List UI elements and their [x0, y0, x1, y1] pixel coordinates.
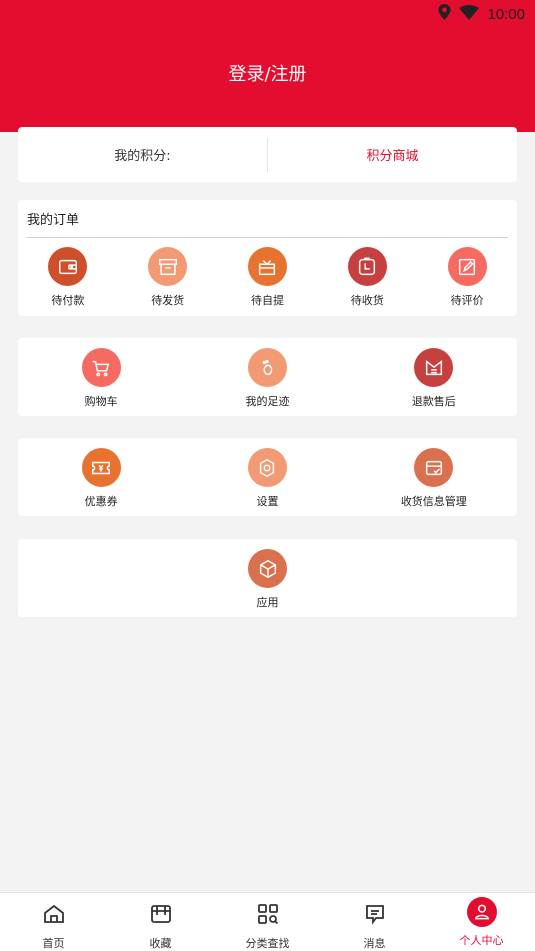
coupon-icon [81, 448, 121, 487]
order-item-label: 待付款 [51, 294, 85, 307]
orders-title[interactable]: 我的订单 [27, 209, 79, 228]
refund-icon [414, 348, 454, 387]
address-entry[interactable]: 收货信息管理 [351, 448, 517, 509]
settings-entry[interactable]: 设置 [184, 448, 350, 509]
order-item-label: 待收货 [350, 294, 384, 307]
order-pending-receipt[interactable]: 待收货 [317, 247, 417, 308]
orders-card: 我的订单 待付款 待发货 待自提 待收货 待评价 [18, 200, 517, 316]
order-pending-pickup[interactable]: 待自提 [218, 247, 318, 308]
app-cube-icon [248, 549, 287, 588]
tab-label: 个人中心 [459, 934, 504, 947]
box-icon [148, 247, 188, 286]
service-label: 应用 [256, 596, 279, 609]
order-item-label: 待发货 [151, 294, 185, 307]
category-search-icon [256, 902, 280, 930]
order-pending-review[interactable]: 待评价 [417, 247, 517, 308]
cart-entry[interactable]: 购物车 [18, 348, 184, 409]
tab-messages[interactable]: 消息 [321, 893, 428, 951]
gift-icon [247, 247, 287, 286]
edit-icon [447, 247, 487, 286]
tab-label: 分类查找 [245, 937, 290, 950]
address-icon [414, 448, 454, 487]
cart-icon [81, 348, 121, 387]
service-label: 优惠券 [84, 495, 118, 508]
tab-profile[interactable]: 个人中心 [428, 893, 535, 951]
location-icon [438, 4, 451, 24]
order-pending-shipment[interactable]: 待发货 [118, 247, 218, 308]
service-label: 购物车 [84, 395, 118, 408]
services-card-1: 购物车 我的足迹 退款售后 [18, 338, 517, 416]
footprint-entry[interactable]: 我的足迹 [184, 348, 350, 409]
services-row: 应用 [18, 549, 517, 610]
header: 10:00 登录/注册 [0, 0, 535, 132]
order-status-row: 待付款 待发货 待自提 待收货 待评价 [18, 247, 517, 308]
tab-favorites[interactable]: 收藏 [107, 893, 214, 951]
services-card-3: 应用 [18, 539, 517, 617]
services-row: 购物车 我的足迹 退款售后 [18, 348, 517, 409]
wallet-icon [48, 247, 88, 286]
message-icon [363, 902, 387, 930]
app-entry[interactable]: 应用 [18, 549, 517, 610]
services-row: 优惠券 设置 收货信息管理 [18, 448, 517, 509]
status-time: 10:00 [487, 5, 525, 23]
service-label: 设置 [256, 495, 279, 508]
footprint-icon [247, 348, 287, 387]
order-item-label: 待自提 [250, 294, 284, 307]
tab-home[interactable]: 首页 [0, 893, 107, 951]
tab-label: 首页 [42, 937, 65, 950]
services-card-2: 优惠券 设置 收货信息管理 [18, 438, 517, 516]
tab-category-search[interactable]: 分类查找 [214, 893, 321, 951]
refund-entry[interactable]: 退款售后 [351, 348, 517, 409]
tab-label: 收藏 [149, 937, 172, 950]
login-register-link[interactable]: 登录/注册 [0, 60, 535, 86]
order-item-label: 待评价 [450, 294, 484, 307]
service-label: 我的足迹 [245, 395, 290, 408]
my-points[interactable]: 我的积分: [18, 145, 267, 164]
user-icon [466, 897, 497, 927]
wifi-icon [459, 4, 480, 24]
tab-label: 消息 [363, 937, 386, 950]
service-label: 退款售后 [411, 395, 456, 408]
service-label: 收货信息管理 [400, 495, 467, 508]
points-mall-link[interactable]: 积分商城 [268, 145, 517, 164]
home-icon [42, 902, 66, 930]
store-icon [149, 902, 173, 930]
points-card: 我的积分: 积分商城 [18, 127, 517, 182]
settings-icon [247, 448, 287, 487]
clock-package-icon [347, 247, 387, 286]
status-bar: 10:00 [438, 4, 525, 24]
order-pending-payment[interactable]: 待付款 [18, 247, 118, 308]
divider [27, 237, 508, 238]
bottom-tab-bar: 首页 收藏 分类查找 消息 个人中心 [0, 892, 535, 951]
coupon-entry[interactable]: 优惠券 [18, 448, 184, 509]
